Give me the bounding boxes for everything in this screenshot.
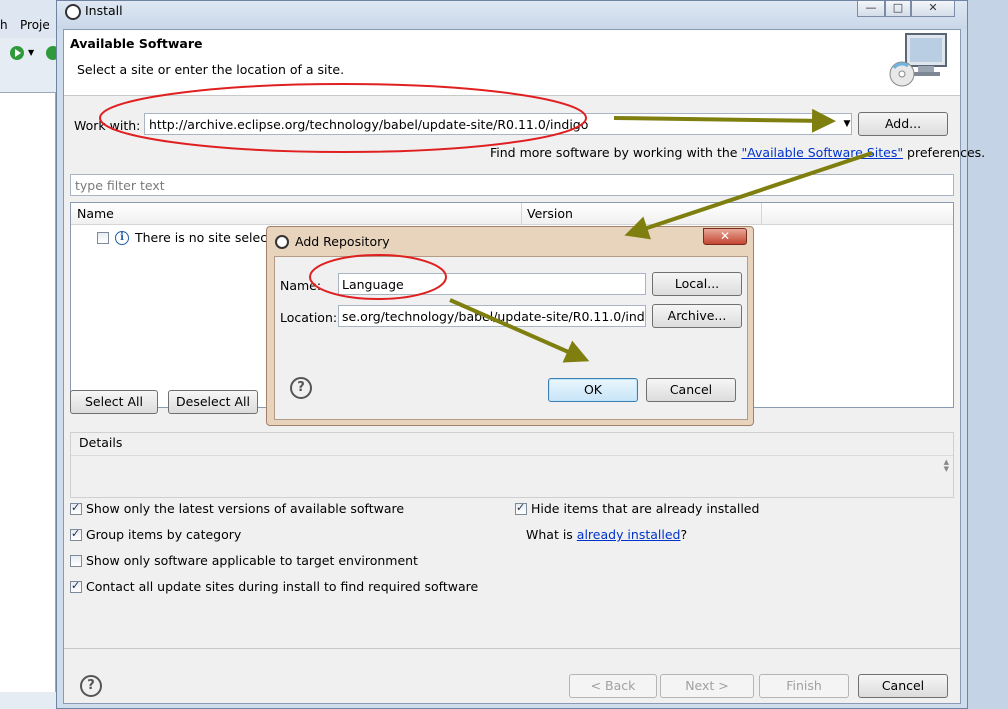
already-installed-link[interactable]: already installed bbox=[577, 527, 681, 542]
scroll-arrows-icon[interactable]: ▲ ▼ bbox=[944, 459, 949, 473]
header-banner: Available Software Select a site or ente… bbox=[64, 30, 960, 96]
column-divider[interactable] bbox=[521, 203, 522, 225]
target-environment-label: Show only software applicable to target … bbox=[86, 553, 418, 568]
find-more-text: Find more software by working with the "… bbox=[490, 145, 985, 160]
local-button[interactable]: Local... bbox=[652, 272, 742, 296]
eclipse-icon bbox=[65, 4, 81, 20]
ok-button[interactable]: OK bbox=[548, 378, 638, 402]
cancel-button[interactable]: Cancel bbox=[858, 674, 948, 698]
name-label: Name: bbox=[280, 278, 322, 293]
chevron-down-icon[interactable]: ▼ bbox=[28, 48, 34, 57]
available-software-sites-link[interactable]: "Available Software Sites" bbox=[741, 145, 903, 160]
add-repository-dialog: Add Repository ✕ Name: Language Local...… bbox=[266, 226, 754, 426]
dialog-title: Add Repository bbox=[295, 234, 390, 249]
details-label: Details bbox=[79, 435, 123, 450]
help-icon[interactable]: ? bbox=[290, 377, 312, 399]
window-title: Install bbox=[85, 3, 123, 18]
eclipse-icon bbox=[275, 235, 289, 249]
column-name[interactable]: Name bbox=[77, 206, 114, 221]
contact-sites-label: Contact all update sites during install … bbox=[86, 579, 479, 594]
name-field[interactable]: Language bbox=[338, 273, 646, 295]
hide-installed-label: Hide items that are already installed bbox=[531, 501, 760, 516]
archive-button[interactable]: Archive... bbox=[652, 304, 742, 328]
workbench-background-right bbox=[968, 0, 1008, 709]
page-title: Available Software bbox=[70, 36, 203, 51]
deselect-all-button[interactable]: Deselect All bbox=[168, 390, 258, 414]
hide-installed-checkbox[interactable] bbox=[515, 501, 527, 515]
group-by-category-checkbox[interactable] bbox=[70, 527, 82, 541]
location-label: Location: bbox=[280, 310, 338, 325]
install-monitor-icon bbox=[889, 33, 947, 87]
table-header: Name Version bbox=[71, 203, 953, 225]
finish-button[interactable]: Finish bbox=[759, 674, 849, 698]
add-button[interactable]: Add... bbox=[858, 112, 948, 136]
filter-input[interactable]: type filter text bbox=[70, 174, 954, 196]
dialog-close-button[interactable]: ✕ bbox=[703, 228, 747, 245]
group-by-category-label: Group items by category bbox=[86, 527, 242, 542]
page-subtitle: Select a site or enter the location of a… bbox=[77, 62, 345, 77]
column-version[interactable]: Version bbox=[527, 206, 573, 221]
workbench-panel bbox=[0, 92, 56, 692]
back-button[interactable]: < Back bbox=[569, 674, 657, 698]
select-all-button[interactable]: Select All bbox=[70, 390, 158, 414]
work-with-combo[interactable]: http://archive.eclipse.org/technology/ba… bbox=[144, 113, 852, 135]
title-bar[interactable]: Install — □ ✕ bbox=[57, 1, 967, 29]
location-field[interactable]: se.org/technology/babel/update-site/R0.1… bbox=[338, 305, 646, 327]
workbench-menubar: h Proje bbox=[0, 0, 62, 38]
work-with-label: Work with: bbox=[74, 118, 141, 133]
details-group: Details ▲ ▼ bbox=[70, 432, 954, 498]
help-icon[interactable]: ? bbox=[80, 675, 102, 697]
target-environment-checkbox[interactable] bbox=[70, 555, 82, 567]
close-button[interactable]: ✕ bbox=[911, 1, 955, 17]
maximize-button[interactable]: □ bbox=[885, 1, 911, 17]
info-icon: i bbox=[115, 231, 129, 245]
table-row: There is no site selecte bbox=[135, 230, 280, 245]
footer-separator bbox=[64, 648, 960, 649]
latest-versions-checkbox[interactable] bbox=[70, 501, 82, 515]
row-checkbox[interactable] bbox=[97, 232, 109, 244]
dialog-cancel-button[interactable]: Cancel bbox=[646, 378, 736, 402]
minimize-button[interactable]: — bbox=[857, 1, 885, 17]
latest-versions-label: Show only the latest versions of availab… bbox=[86, 501, 405, 516]
find-more-suffix: preferences. bbox=[903, 145, 986, 160]
what-is-prefix: What is bbox=[526, 527, 577, 542]
details-text-area[interactable] bbox=[71, 455, 953, 497]
column-divider[interactable] bbox=[761, 203, 762, 225]
run-icon[interactable] bbox=[8, 44, 26, 65]
menu-item-partial[interactable]: h bbox=[0, 18, 8, 32]
dialog-body: Name: Language Local... Location: se.org… bbox=[274, 256, 748, 420]
next-button[interactable]: Next > bbox=[660, 674, 754, 698]
what-is-suffix: ? bbox=[680, 527, 688, 542]
chevron-down-icon[interactable]: ▼ bbox=[840, 113, 854, 135]
what-is-installed-text: What is already installed? bbox=[526, 527, 687, 542]
contact-sites-checkbox[interactable] bbox=[70, 579, 82, 593]
find-more-prefix: Find more software by working with the bbox=[490, 145, 742, 160]
menu-item-project[interactable]: Proje bbox=[20, 18, 50, 32]
